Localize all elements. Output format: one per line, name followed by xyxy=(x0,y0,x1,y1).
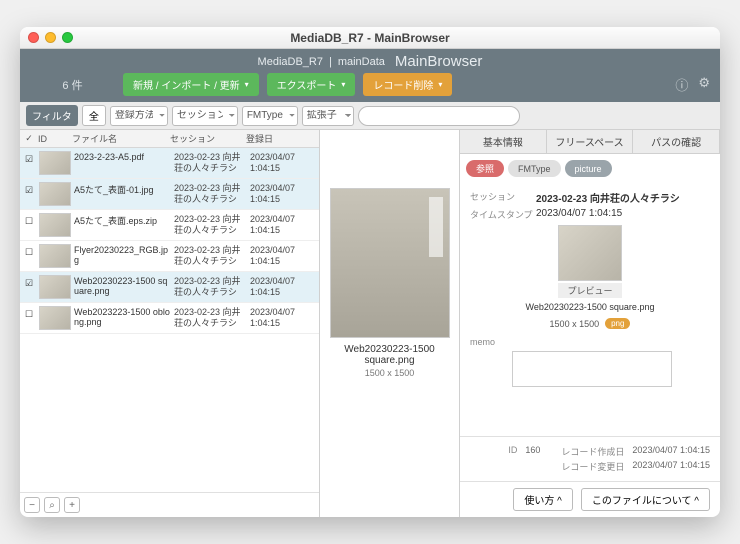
preview-caption: プレビュー xyxy=(558,283,622,298)
about-file-button[interactable]: このファイルについて ^ xyxy=(581,488,710,511)
window-title: MediaDB_R7 - MainBrowser xyxy=(20,31,720,45)
table-header: ✓ ID ファイル名 セッション 登録日 xyxy=(20,130,319,148)
row-checkbox[interactable]: ☑ xyxy=(20,181,38,196)
table-row[interactable]: ☑ 2023-2-23-A5.pdf 2023-02-23 向井荘の人々チラシ … xyxy=(20,148,319,179)
zoom-reset-icon[interactable]: ⌕ xyxy=(44,497,60,513)
fmtype-select[interactable]: FMType xyxy=(242,106,298,126)
row-date: 2023/04/07 1:04:15 xyxy=(248,181,306,207)
search-input[interactable] xyxy=(358,106,520,126)
table-row[interactable]: ☑ Web20230223-1500 square.png 2023-02-23… xyxy=(20,272,319,303)
howto-button[interactable]: 使い方 ^ xyxy=(513,488,572,511)
row-session: 2023-02-23 向井荘の人々チラシ xyxy=(172,150,248,176)
table-row[interactable]: ☐ Web2023223-1500 oblong.png 2023-02-23 … xyxy=(20,303,319,334)
table-row[interactable]: ☐ Flyer20230223_RGB.jpg 2023-02-23 向井荘の人… xyxy=(20,241,319,272)
subtab-picture[interactable]: picture xyxy=(565,160,612,177)
table-name: mainData xyxy=(338,56,385,68)
row-filename: 2023-2-23-A5.pdf xyxy=(72,150,172,164)
zoom-out-icon[interactable]: − xyxy=(24,497,40,513)
subtab-ref[interactable]: 参照 xyxy=(466,160,504,177)
row-filename: Web2023223-1500 oblong.png xyxy=(72,305,172,329)
record-id: 160 xyxy=(525,445,540,458)
row-thumbnail xyxy=(39,244,71,268)
row-filename: A5たて_表面-01.jpg xyxy=(72,181,172,198)
detail-thumbnail xyxy=(558,225,622,281)
zoom-in-icon[interactable]: + xyxy=(64,497,80,513)
row-session: 2023-02-23 向井荘の人々チラシ xyxy=(172,243,248,269)
preview-dimensions: 1500 x 1500 xyxy=(365,368,415,378)
row-checkbox[interactable]: ☑ xyxy=(20,274,38,289)
ext-select[interactable]: 拡張子 xyxy=(302,106,354,126)
gear-icon[interactable]: ⚙ xyxy=(698,75,710,94)
row-thumbnail xyxy=(39,275,71,299)
detail-filename: Web20230223-1500 square.png xyxy=(470,302,710,312)
row-session: 2023-02-23 向井荘の人々チラシ xyxy=(172,305,248,331)
filter-all-button[interactable]: 全 xyxy=(82,105,106,126)
row-checkbox[interactable]: ☑ xyxy=(20,150,38,165)
row-thumbnail xyxy=(39,213,71,237)
record-count: 6 件 xyxy=(30,77,115,93)
tab-freespace[interactable]: フリースペース xyxy=(547,130,634,153)
row-date: 2023/04/07 1:04:15 xyxy=(248,150,306,176)
row-filename: A5たて_表面.eps.zip xyxy=(72,212,172,229)
detail-dimensions: 1500 x 1500 xyxy=(550,319,600,329)
detail-timestamp: 2023/04/07 1:04:15 xyxy=(536,208,622,221)
row-date: 2023/04/07 1:04:15 xyxy=(248,212,306,238)
row-checkbox[interactable]: ☐ xyxy=(20,305,38,320)
row-date: 2023/04/07 1:04:15 xyxy=(248,305,306,331)
header: MediaDB_R7 | mainData MainBrowser 6 件 新規… xyxy=(20,49,720,102)
db-name: MediaDB_R7 xyxy=(258,56,323,68)
delete-record-button[interactable]: レコード削除 xyxy=(363,73,452,96)
preview-filename: Web20230223-1500 square.png xyxy=(328,344,451,366)
row-thumbnail xyxy=(39,151,71,175)
memo-field[interactable] xyxy=(512,351,672,387)
modified-date: 2023/04/07 1:04:15 xyxy=(632,460,710,473)
preview-image xyxy=(330,188,450,338)
reg-method-select[interactable]: 登録方法 xyxy=(110,106,168,126)
tab-path[interactable]: パスの確認 xyxy=(633,130,720,153)
session-select[interactable]: セッション xyxy=(172,106,238,126)
row-thumbnail xyxy=(39,182,71,206)
row-checkbox[interactable]: ☐ xyxy=(20,243,38,258)
table-row[interactable]: ☑ A5たて_表面-01.jpg 2023-02-23 向井荘の人々チラシ 20… xyxy=(20,179,319,210)
preview-panel: Web20230223-1500 square.png 1500 x 1500 xyxy=(320,130,460,517)
row-session: 2023-02-23 向井荘の人々チラシ xyxy=(172,274,248,300)
detail-session: 2023-02-23 向井荘の人々チラシ xyxy=(536,190,680,205)
titlebar: MediaDB_R7 - MainBrowser xyxy=(20,27,720,49)
tab-basic[interactable]: 基本情報 xyxy=(460,130,547,153)
filter-toolbar: フィルタ 全 登録方法 セッション FMType 拡張子 xyxy=(20,102,720,130)
ext-badge: png xyxy=(605,318,630,329)
row-date: 2023/04/07 1:04:15 xyxy=(248,274,306,300)
export-button[interactable]: エクスポート xyxy=(267,73,356,96)
subtab-fmtype[interactable]: FMType xyxy=(508,160,561,177)
row-filename: Flyer20230223_RGB.jpg xyxy=(72,243,172,267)
table-body: ☑ 2023-2-23-A5.pdf 2023-02-23 向井荘の人々チラシ … xyxy=(20,148,319,492)
created-date: 2023/04/07 1:04:15 xyxy=(632,445,710,458)
row-date: 2023/04/07 1:04:15 xyxy=(248,243,306,269)
file-list-panel: ✓ ID ファイル名 セッション 登録日 ☑ 2023-2-23-A5.pdf … xyxy=(20,130,320,517)
app-brand: MainBrowser xyxy=(395,53,483,70)
row-session: 2023-02-23 向井荘の人々チラシ xyxy=(172,212,248,238)
app-window: MediaDB_R7 - MainBrowser MediaDB_R7 | ma… xyxy=(20,27,720,517)
row-checkbox[interactable]: ☐ xyxy=(20,212,38,227)
row-filename: Web20230223-1500 square.png xyxy=(72,274,172,298)
filter-label[interactable]: フィルタ xyxy=(26,105,78,126)
info-icon[interactable]: ⓘ xyxy=(675,75,688,94)
detail-panel: 基本情報 フリースペース パスの確認 参照 FMType picture セッシ… xyxy=(460,130,720,517)
new-import-update-button[interactable]: 新規 / インポート / 更新 xyxy=(123,73,259,96)
row-session: 2023-02-23 向井荘の人々チラシ xyxy=(172,181,248,207)
table-row[interactable]: ☐ A5たて_表面.eps.zip 2023-02-23 向井荘の人々チラシ 2… xyxy=(20,210,319,241)
row-thumbnail xyxy=(39,306,71,330)
